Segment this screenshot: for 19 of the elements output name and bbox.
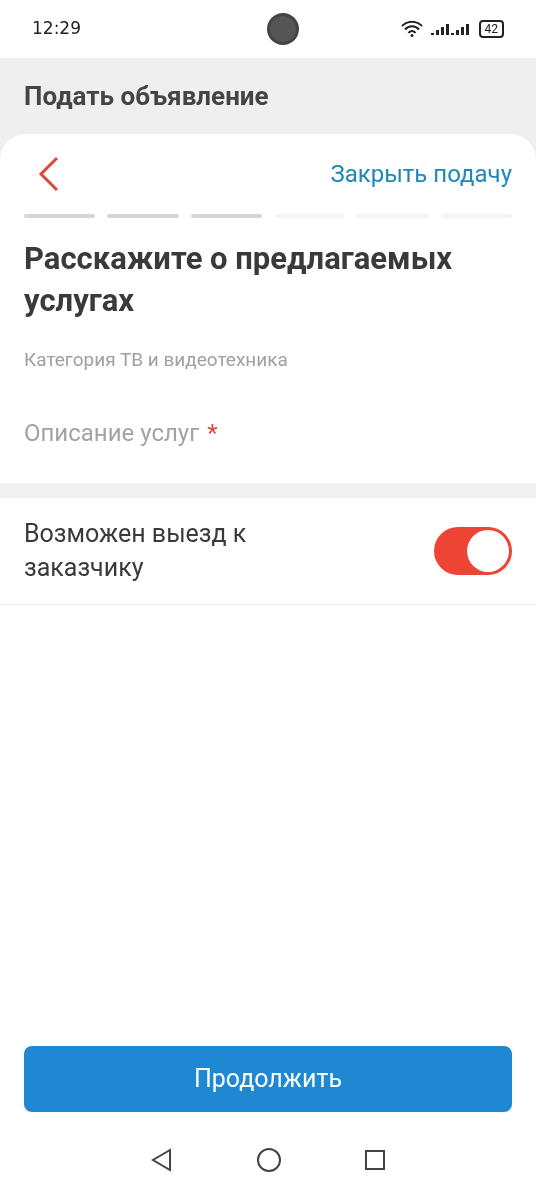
close-link[interactable]: Закрыть подачу (330, 156, 512, 192)
continue-button[interactable]: Продолжить (24, 1046, 512, 1112)
home-nav-icon[interactable] (256, 1147, 282, 1173)
signal-icon (430, 21, 471, 37)
wifi-icon (400, 21, 423, 37)
chevron-left-icon (38, 156, 60, 192)
description-field[interactable]: Описание услуг * (0, 382, 536, 483)
category-text: Категория ТВ и видеотехника (24, 347, 289, 373)
field-placeholder: Описание услуг (24, 417, 200, 449)
recents-nav-icon[interactable] (364, 1149, 386, 1171)
section-heading: Расскажите о предлагаемых услугах (24, 239, 454, 321)
notification-icon (266, 13, 299, 45)
toggle-switch[interactable] (434, 526, 512, 575)
page-title: Подать объявление (24, 79, 269, 113)
toggle-label: Возможен выезд к заказчику (24, 517, 248, 584)
required-mark: * (207, 417, 218, 449)
status-time: 12:29 (32, 17, 81, 41)
battery-icon: 42 (478, 20, 504, 38)
back-nav-icon[interactable] (150, 1148, 174, 1172)
